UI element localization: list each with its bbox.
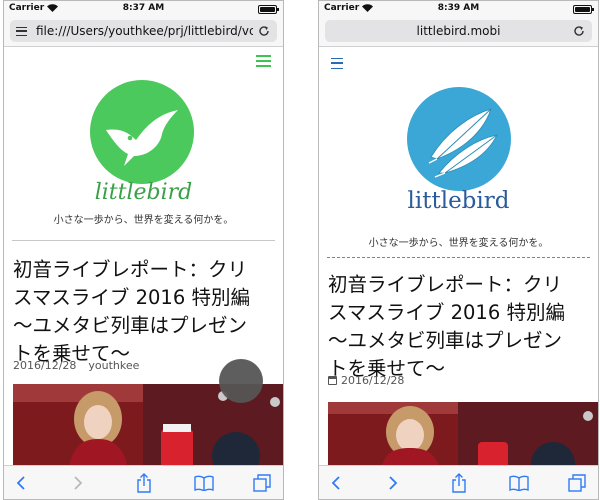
site-tagline: 小さな一歩から、世界を変える何かを。 bbox=[53, 215, 234, 226]
reload-icon[interactable] bbox=[570, 22, 588, 40]
bookmarks-icon[interactable] bbox=[192, 472, 216, 494]
bookmarks-icon[interactable] bbox=[507, 472, 531, 494]
browser-screen-remote: Carrier 8:39 AM littlebird.mobi littlebi… bbox=[318, 0, 599, 500]
site-logo[interactable] bbox=[90, 80, 194, 184]
forward-icon[interactable] bbox=[66, 472, 90, 494]
feather-icon bbox=[428, 108, 498, 178]
status-time: 8:39 AM bbox=[437, 3, 480, 13]
page-content: littlebird 小さな一歩から、世界を変える何かを。 初音ライブレポート：… bbox=[319, 48, 598, 467]
share-icon[interactable] bbox=[132, 472, 156, 494]
forward-icon[interactable] bbox=[381, 472, 405, 494]
battery-icon bbox=[573, 5, 594, 14]
share-icon[interactable] bbox=[447, 472, 471, 494]
post-meta: 2016/12/28 bbox=[328, 374, 404, 387]
browser-screen-local: Carrier 8:37 AM file:///Users/youthkee/p… bbox=[3, 0, 284, 500]
hamburger-icon[interactable] bbox=[256, 55, 271, 67]
reader-menu-icon[interactable] bbox=[16, 27, 27, 36]
tabs-icon[interactable] bbox=[565, 472, 589, 494]
post-title-line: スマスライブ 2016 特別編 bbox=[328, 301, 565, 324]
address-bar-area: littlebird.mobi bbox=[319, 17, 598, 47]
post-date: 2016/12/28 bbox=[13, 359, 77, 372]
address-bar[interactable]: file:///Users/youthkee/prj/littlebird/vc… bbox=[10, 20, 277, 42]
status-bar: Carrier 8:37 AM bbox=[4, 1, 283, 17]
post-title-line: 初音ライブレポート：クリ bbox=[328, 273, 563, 296]
status-time: 8:37 AM bbox=[122, 3, 165, 13]
tabs-icon[interactable] bbox=[250, 472, 274, 494]
page-content: littlebird 小さな一歩から、世界を変える何かを。 初音ライブレポート：… bbox=[4, 48, 283, 467]
calendar-icon bbox=[328, 376, 337, 385]
divider bbox=[327, 257, 590, 258]
hamburger-icon[interactable] bbox=[331, 58, 343, 69]
post-title-line: 初音ライブレポート：クリ bbox=[13, 258, 248, 281]
back-icon[interactable] bbox=[9, 472, 33, 494]
site-tagline: 小さな一歩から、世界を変える何かを。 bbox=[368, 238, 549, 249]
post-title-line: スマスライブ 2016 特別編 bbox=[13, 286, 250, 309]
status-bar: Carrier 8:39 AM bbox=[319, 1, 598, 17]
url-text[interactable]: littlebird.mobi bbox=[325, 24, 592, 38]
post-title[interactable]: 初音ライブレポート：クリ スマスライブ 2016 特別編 〜ユメタビ列車はプレゼ… bbox=[328, 271, 594, 383]
back-icon[interactable] bbox=[324, 472, 348, 494]
floating-action-button[interactable] bbox=[219, 359, 263, 403]
bird-icon bbox=[106, 110, 178, 166]
site-logo[interactable] bbox=[407, 87, 511, 191]
site-title[interactable]: littlebird bbox=[319, 188, 598, 214]
safari-toolbar bbox=[319, 465, 598, 499]
reload-icon[interactable] bbox=[255, 22, 273, 40]
divider bbox=[12, 240, 275, 241]
post-author[interactable]: youthkee bbox=[88, 359, 139, 372]
site-title[interactable]: littlebird bbox=[4, 180, 283, 205]
address-bar-area: file:///Users/youthkee/prj/littlebird/vc… bbox=[4, 17, 283, 47]
post-title-line: 〜ユメタビ列車はプレゼン bbox=[328, 329, 563, 352]
post-title-line: 〜ユメタビ列車はプレゼン bbox=[13, 314, 248, 337]
post-hero-image[interactable] bbox=[328, 402, 598, 467]
safari-toolbar bbox=[4, 465, 283, 499]
hero-photo bbox=[328, 402, 598, 467]
post-title[interactable]: 初音ライブレポート：クリ スマスライブ 2016 特別編 〜ユメタビ列車はプレゼ… bbox=[13, 256, 279, 368]
url-text[interactable]: file:///Users/youthkee/prj/littlebird/vc… bbox=[36, 24, 253, 38]
battery-icon bbox=[258, 5, 279, 14]
post-meta: 2016/12/28 youthkee bbox=[13, 359, 139, 372]
address-bar[interactable]: littlebird.mobi bbox=[325, 20, 592, 42]
post-date: 2016/12/28 bbox=[341, 374, 405, 387]
